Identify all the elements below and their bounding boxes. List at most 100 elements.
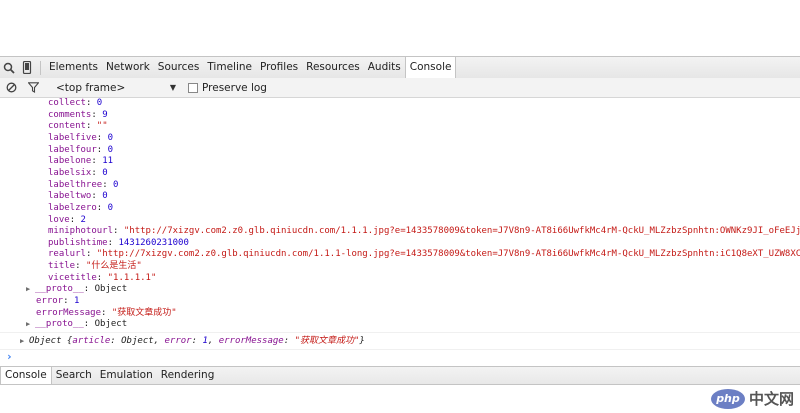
console-property-line: publishtime: 1431260231000 — [48, 237, 189, 248]
preserve-log-toggle[interactable]: Preserve log — [188, 82, 267, 94]
property-value: 0 — [107, 144, 114, 155]
console-property-line: title: "什么是生活" — [48, 261, 142, 272]
property-key: miniphotourl — [48, 226, 114, 237]
summary-message-value: "获取文章成功" — [294, 336, 360, 346]
property-value: 2 — [80, 214, 86, 225]
property-key: __proto__ — [35, 319, 84, 330]
watermark-text: 中文网 — [748, 390, 794, 408]
property-key: vicetitle — [48, 272, 97, 283]
summary-message-key: errorMessage — [218, 336, 284, 346]
console-property-line: love: 2 — [48, 214, 86, 225]
summary-article-value: Object — [121, 336, 154, 346]
property-key: error — [36, 296, 64, 307]
preserve-log-checkbox[interactable] — [188, 82, 198, 93]
console-property-line: ▶ __proto__: Object — [26, 318, 128, 330]
console-property-line: comments: 9 — [48, 109, 108, 120]
console-property-line: ▶ __proto__: Object — [26, 283, 128, 295]
console-property-line: labeltwo: 0 — [48, 191, 108, 202]
chevron-down-icon: ▼ — [169, 83, 176, 92]
property-key: labeltwo — [48, 191, 92, 202]
clear-console-icon[interactable] — [0, 78, 22, 97]
console-summary-row[interactable]: ▶ Object {article: Object, error: 1, erro… — [0, 332, 800, 350]
frame-select-value: <top frame> — [56, 81, 126, 94]
property-value: "" — [96, 121, 108, 132]
console-property-line: labelthree: 0 — [48, 179, 119, 190]
property-value: "http://7xizgv.com2.z0.glb.qiniucdn.com/… — [96, 249, 800, 260]
property-value: 0 — [107, 202, 114, 213]
drawer-tab-search[interactable]: Search — [52, 367, 96, 384]
property-value: 9 — [102, 109, 108, 120]
property-value: Object — [94, 284, 128, 295]
tab-audits[interactable]: Audits — [364, 57, 405, 78]
property-key: collect — [48, 98, 86, 108]
property-value: 0 — [107, 132, 114, 143]
console-property-line: labelzero: 0 — [48, 202, 114, 213]
drawer-toolbar: Console Search Emulation Rendering — [0, 366, 800, 385]
tab-elements[interactable]: Elements — [45, 57, 102, 78]
console-property-line: errorMessage: "获取文章成功" — [36, 307, 177, 318]
property-key: __proto__ — [35, 284, 84, 295]
property-value: Object — [94, 319, 128, 330]
property-key: labelfour — [48, 144, 97, 155]
tab-sources[interactable]: Sources — [154, 57, 204, 78]
property-value: 0 — [113, 179, 119, 190]
console-prompt[interactable]: › — [6, 350, 13, 363]
drawer-content — [0, 385, 800, 413]
property-value: "1.1.1.1" — [107, 272, 157, 283]
console-property-line: collect: 0 — [48, 98, 103, 108]
summary-prefix: Object { — [29, 336, 73, 346]
tab-network[interactable]: Network — [102, 57, 154, 78]
expand-arrow-icon[interactable]: ▶ — [26, 318, 35, 330]
console-property-line: vicetitle: "1.1.1.1" — [48, 272, 157, 283]
devtools-toolbar: Elements Network Sources Timeline Profil… — [0, 56, 800, 79]
property-key: publishtime — [48, 237, 108, 248]
filter-icon[interactable] — [22, 78, 44, 97]
console-property-line: miniphotourl: "http://7xizgv.com2.z0.glb… — [48, 226, 800, 237]
console-summary[interactable]: ▶ Object {article: Object, error: 1, erro… — [20, 335, 365, 347]
frame-select[interactable]: <top frame> ▼ — [56, 82, 176, 94]
property-key: content — [48, 121, 86, 132]
drawer-tab-console[interactable]: Console — [0, 367, 52, 384]
console-property-line: realurl: "http://7xizgv.com2.z0.glb.qini… — [48, 249, 800, 260]
property-key: labelthree — [48, 179, 103, 190]
drawer-tab-emulation[interactable]: Emulation — [96, 367, 157, 384]
property-value: "http://7xizgv.com2.z0.glb.qiniucdn.com/… — [123, 226, 800, 237]
property-value: 0 — [102, 191, 108, 202]
property-value: 1 — [73, 296, 80, 307]
property-key: labelone — [48, 156, 92, 167]
property-value: 11 — [102, 156, 114, 167]
tab-timeline[interactable]: Timeline — [203, 57, 256, 78]
drawer-tab-rendering[interactable]: Rendering — [157, 367, 219, 384]
property-key: labelzero — [48, 202, 97, 213]
summary-article-key: article — [72, 336, 111, 346]
device-mode-icon[interactable] — [18, 57, 36, 78]
property-key: title — [48, 261, 76, 272]
tab-resources[interactable]: Resources — [302, 57, 364, 78]
inspect-search-icon[interactable] — [0, 57, 18, 78]
console-property-line: error: 1 — [36, 296, 80, 307]
property-value: "什么是生活" — [85, 261, 142, 272]
console-output: collect: 0 comments: 9 content: "" labelfiv… — [0, 98, 800, 366]
tab-profiles[interactable]: Profiles — [256, 57, 302, 78]
summary-error-key: error — [164, 336, 192, 346]
tab-console[interactable]: Console — [404, 57, 457, 78]
console-property-line: content: "" — [48, 121, 108, 132]
property-key: labelfive — [48, 132, 97, 143]
console-property-line: labelfive: 0 — [48, 132, 114, 143]
summary-suffix: } — [359, 336, 365, 346]
console-property-line: labelone: 11 — [48, 156, 114, 167]
preserve-log-label: Preserve log — [202, 81, 267, 94]
expand-arrow-icon[interactable]: ▶ — [26, 283, 35, 295]
property-key: love — [48, 214, 70, 225]
page-top-area — [0, 0, 800, 56]
property-value: "获取文章成功" — [111, 307, 177, 318]
expand-arrow-icon[interactable]: ▶ — [20, 335, 29, 347]
property-value: 1431260231000 — [118, 237, 189, 248]
property-value: 0 — [96, 98, 103, 108]
console-property-line: labelsix: 0 — [48, 167, 108, 178]
property-key: errorMessage — [36, 307, 102, 318]
property-key: comments — [48, 109, 92, 120]
php-logo: php — [710, 388, 745, 409]
toolbar-divider — [40, 60, 41, 75]
console-toolbar: <top frame> ▼ Preserve log — [0, 78, 800, 98]
